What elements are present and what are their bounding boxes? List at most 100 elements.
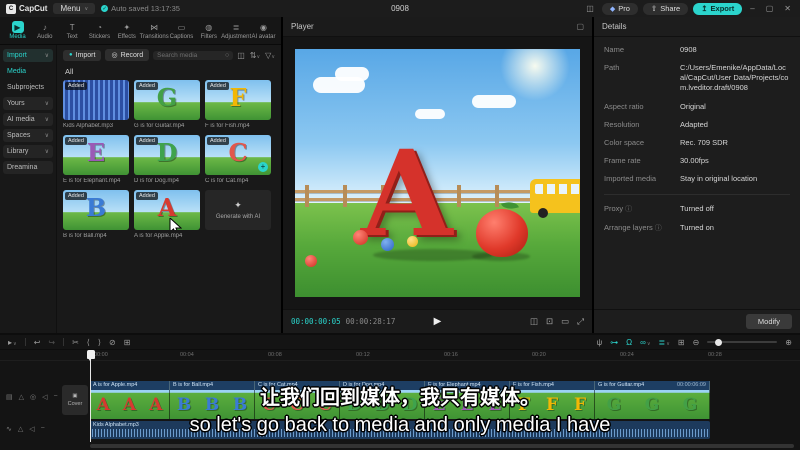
media-thumbnail[interactable]: Added + bbox=[63, 80, 129, 120]
ruler-tick-label: 00:04 bbox=[180, 352, 194, 358]
close-button[interactable]: ✕ bbox=[781, 4, 794, 13]
ribbon-tab[interactable]: ▶ Media bbox=[4, 21, 31, 40]
delete-right-icon[interactable]: ⟩ bbox=[98, 338, 101, 347]
mute-track-icon[interactable]: ◁ bbox=[29, 425, 34, 433]
sidebar-item[interactable]: Dreamina ∨ bbox=[3, 161, 53, 174]
ribbon-tab[interactable]: ✦ Effects bbox=[113, 21, 140, 41]
sort-icon[interactable]: ⇅∨ bbox=[250, 51, 260, 60]
ribbon-tab[interactable]: ♪ Audio bbox=[31, 21, 58, 41]
view-toggle-icon[interactable]: ◫ bbox=[237, 51, 245, 60]
video-clip[interactable]: G is for Guitar.mp4 00:00:06:09 GGG bbox=[595, 381, 710, 419]
cover-button[interactable]: ▣ Cover bbox=[62, 385, 88, 415]
select-tool-icon[interactable]: ▸∨ bbox=[8, 338, 17, 347]
snap-icon[interactable]: ⊶ bbox=[610, 338, 618, 347]
media-thumbnail[interactable]: B Added + bbox=[63, 190, 129, 230]
ribbon-tab[interactable]: ▭ Captions bbox=[168, 21, 195, 41]
media-thumbnail[interactable]: E Added + bbox=[63, 135, 129, 175]
delete-icon[interactable]: ⊘ bbox=[109, 338, 116, 347]
video-viewer[interactable]: A bbox=[283, 37, 592, 309]
sidebar-item[interactable]: Subprojects ∨ bbox=[3, 81, 53, 94]
media-thumbnail[interactable]: D Added + bbox=[134, 135, 200, 175]
zoom-out-icon[interactable]: ⊖ bbox=[693, 338, 700, 347]
clip-name-strip: G is for Guitar.mp4 00:00:06:09 bbox=[595, 381, 709, 390]
ruler-tick-label: 00:24 bbox=[620, 352, 634, 358]
timeline-ruler[interactable]: 00:00 00:04 00:08 00:12 00:16 00:20 00:2… bbox=[0, 350, 800, 361]
ribbon-tab[interactable]: ⋈ Transitions bbox=[140, 21, 169, 41]
player-options-icon[interactable]: ▢ bbox=[576, 22, 584, 31]
hide-track-icon[interactable]: ◎ bbox=[30, 393, 36, 401]
sidebar-item[interactable]: AI media ∨ bbox=[3, 113, 53, 126]
search-input[interactable] bbox=[157, 51, 223, 59]
sidebar-item[interactable]: Media ∨ bbox=[3, 65, 53, 78]
timeline-scrollbar[interactable] bbox=[90, 444, 794, 448]
media-item[interactable]: C Added + C is for Cat.mp4 bbox=[205, 135, 271, 184]
video-clip[interactable]: E is for Elephant.mp4 EEE bbox=[425, 381, 510, 419]
timeline-zoom-slider[interactable] bbox=[707, 338, 778, 346]
ratio-icon[interactable]: ▭ bbox=[561, 316, 569, 327]
media-item[interactable]: A Added + A is for Apple.mp4 bbox=[134, 190, 200, 239]
split-view-icon[interactable]: ◫ bbox=[530, 316, 538, 327]
media-item[interactable]: D Added + D is for Dog.mp4 bbox=[134, 135, 200, 184]
menu-button[interactable]: Menu ∨ bbox=[53, 3, 96, 14]
media-thumbnail[interactable]: C Added + bbox=[205, 135, 271, 175]
media-item[interactable]: G Added + G is for Guitar.mp4 bbox=[134, 80, 200, 129]
lock-icon[interactable]: △ bbox=[18, 425, 23, 433]
modify-button[interactable]: Modify bbox=[745, 314, 792, 329]
add-to-timeline-button[interactable]: + bbox=[258, 162, 268, 172]
sidebar-item[interactable]: Library ∨ bbox=[3, 145, 53, 158]
link-icon[interactable]: ∞∨ bbox=[640, 338, 650, 347]
crop-icon[interactable]: ⊞ bbox=[124, 338, 131, 347]
pro-button[interactable]: ◆ Pro bbox=[601, 2, 638, 15]
video-clip[interactable]: D is for Dog.mp4 DDD bbox=[340, 381, 425, 419]
video-clip[interactable]: B is for Ball.mp4 BBB bbox=[170, 381, 255, 419]
fit-icon[interactable]: ⊡ bbox=[546, 316, 553, 327]
voiceover-mic-icon[interactable]: ψ bbox=[596, 338, 602, 347]
redo-icon[interactable]: ↪ bbox=[48, 338, 55, 347]
fullscreen-icon[interactable]: ⤢ bbox=[577, 316, 584, 327]
filter-all-label[interactable]: All bbox=[65, 67, 275, 76]
undo-icon[interactable]: ↩ bbox=[34, 338, 41, 347]
media-thumbnail[interactable]: F Added + bbox=[205, 80, 271, 120]
audio-clip[interactable]: Kids Alphabet.mp3 bbox=[90, 421, 710, 439]
sidebar-item[interactable]: Spaces ∨ bbox=[3, 129, 53, 142]
track-mode-icon[interactable]: ≣∨ bbox=[659, 338, 670, 347]
layout-icon[interactable]: ◫ bbox=[583, 4, 597, 13]
record-button[interactable]: ◎ Record bbox=[105, 49, 150, 61]
magnet-icon[interactable]: Ω bbox=[626, 338, 632, 347]
video-clip[interactable]: F is for Fish.mp4 FFF bbox=[510, 381, 595, 419]
zoom-in-icon[interactable]: ⊕ bbox=[785, 338, 792, 347]
zoom-slider-knob[interactable] bbox=[715, 338, 723, 346]
media-item[interactable]: F Added + F is for Fish.mp4 bbox=[205, 80, 271, 129]
lock-icon[interactable]: △ bbox=[19, 393, 24, 401]
search-box[interactable]: ○ bbox=[153, 50, 234, 60]
collapse-track-icon[interactable]: − bbox=[41, 425, 45, 433]
split-icon[interactable]: ✂ bbox=[72, 338, 79, 347]
video-clip[interactable]: C is for Cat.mp4 CCC bbox=[255, 381, 340, 419]
media-thumbnail[interactable]: A Added + bbox=[134, 190, 200, 230]
mute-track-icon[interactable]: ◁ bbox=[42, 393, 47, 401]
import-button[interactable]: ● Import bbox=[63, 49, 102, 61]
sidebar-item[interactable]: Import ∨ bbox=[3, 49, 53, 62]
generate-ai-item[interactable]: ✦ Generate with AI bbox=[205, 190, 271, 239]
preview-axis-icon[interactable]: ⊞ bbox=[678, 338, 685, 347]
ribbon-tab[interactable]: T Text bbox=[59, 21, 86, 41]
maximize-button[interactable]: ▢ bbox=[763, 4, 777, 13]
sidebar-item[interactable]: Yours ∨ bbox=[3, 97, 53, 110]
media-item[interactable]: B Added + B is for Ball.mp4 bbox=[63, 190, 129, 239]
media-item[interactable]: Added + Kids Alphabet.mp3 bbox=[63, 80, 129, 129]
media-item[interactable]: E Added + E is for Elephant.mp4 bbox=[63, 135, 129, 184]
share-button[interactable]: ⇧ Share bbox=[642, 2, 689, 15]
export-button[interactable]: ↥ Export bbox=[693, 2, 743, 15]
media-thumbnail[interactable]: G Added + bbox=[134, 80, 200, 120]
collapse-track-icon[interactable]: − bbox=[54, 393, 58, 401]
ribbon-tab[interactable]: ◍ Filters bbox=[195, 21, 222, 41]
video-clip[interactable]: A is for Apple.mp4 AAA bbox=[90, 381, 170, 419]
ribbon-tab[interactable]: ◉ AI avatar bbox=[250, 21, 277, 41]
delete-left-icon[interactable]: ⟨ bbox=[87, 338, 90, 347]
filter-icon[interactable]: ▽∨ bbox=[265, 51, 275, 60]
play-button[interactable]: ▶ bbox=[434, 316, 442, 327]
minimize-button[interactable]: – bbox=[747, 4, 757, 13]
ribbon-tab[interactable]: ≣ Adjustment bbox=[221, 21, 251, 41]
ribbon-tab[interactable]: ◔ Stickers bbox=[86, 21, 113, 41]
playhead[interactable] bbox=[86, 350, 95, 442]
